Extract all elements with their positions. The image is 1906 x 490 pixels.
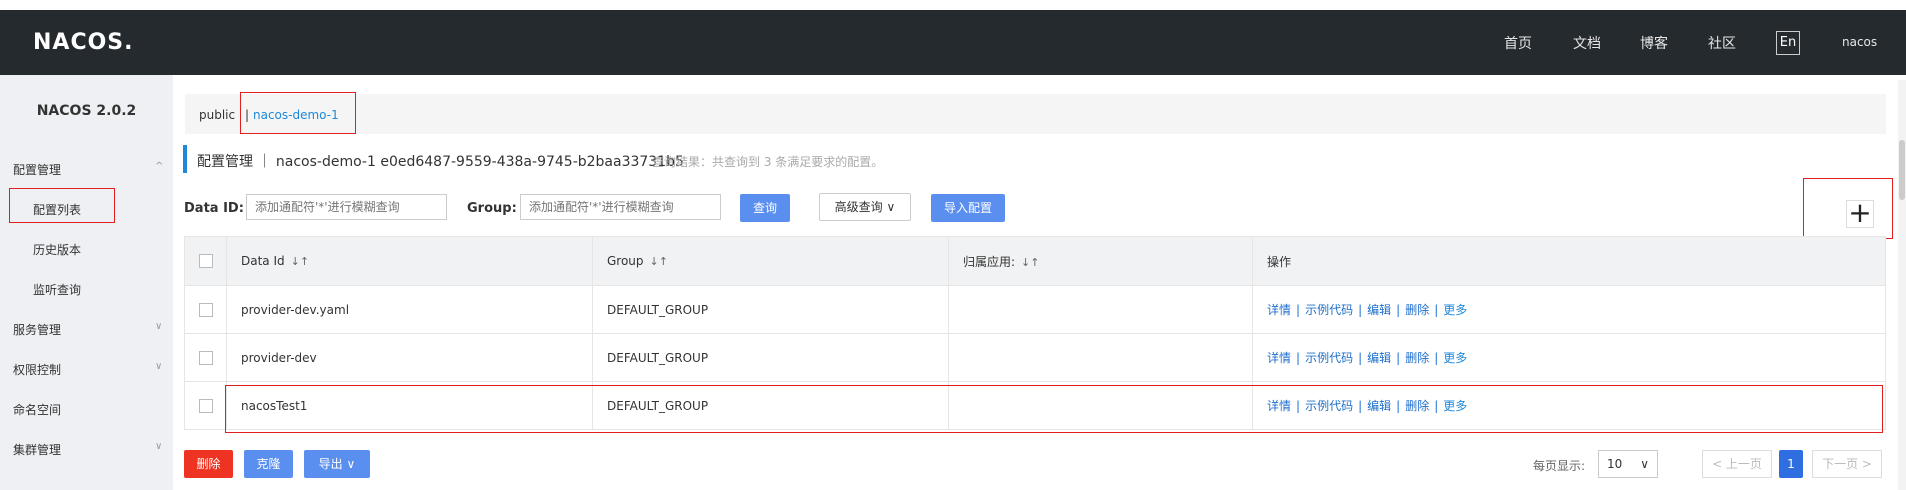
select-all-checkbox[interactable]	[198, 254, 213, 269]
scrollbar-thumb[interactable]	[1899, 140, 1905, 200]
nacos-logo[interactable]: NACOS.	[33, 30, 134, 55]
sample-code-link[interactable]: 示例代码	[1305, 351, 1353, 365]
column-header-dataid[interactable]: Data Id ↓↑	[226, 236, 593, 286]
dataid-label: Data ID:	[184, 201, 244, 216]
more-link[interactable]: 更多	[1443, 351, 1467, 365]
current-page-button[interactable]: 1	[1779, 450, 1803, 478]
sort-icon[interactable]: ↓↑	[291, 255, 309, 268]
sidebar-item-cluster[interactable]: 集群管理	[13, 441, 61, 458]
chevron-down-icon: ∨	[886, 200, 896, 214]
cell-actions: 详情 | 示例代码 | 编辑 | 删除 | 更多	[1252, 285, 1886, 334]
chevron-up-icon: ^	[155, 161, 164, 172]
sidebar-item-permission[interactable]: 权限控制	[13, 361, 61, 378]
cell-app	[948, 285, 1253, 334]
table-header-row: Data Id ↓↑ Group ↓↑ 归属应用: ↓↑ 操作	[184, 236, 1886, 286]
sidebar-version: NACOS 2.0.2	[36, 103, 137, 119]
sidebar-item-history[interactable]: 历史版本	[33, 241, 81, 258]
import-config-button[interactable]: 导入配置	[931, 194, 1005, 222]
column-header-group[interactable]: Group ↓↑	[592, 236, 949, 286]
export-label: 导出	[318, 457, 343, 471]
chevron-down-icon: ∨	[346, 457, 356, 471]
cell-app	[948, 333, 1253, 382]
cell-actions: 详情 | 示例代码 | 编辑 | 删除 | 更多	[1252, 333, 1886, 382]
more-link[interactable]: 更多	[1443, 303, 1467, 317]
sidebar-item-service-management[interactable]: 服务管理	[13, 321, 61, 338]
chevron-down-icon: ∨	[155, 441, 163, 452]
user-name[interactable]: nacos	[1842, 35, 1877, 49]
row-checkbox[interactable]	[198, 350, 213, 365]
sort-icon[interactable]: ↓↑	[650, 255, 668, 268]
select-all-cell	[184, 236, 227, 286]
next-page-button[interactable]: 下一页 >	[1812, 450, 1882, 478]
advanced-query-button[interactable]: 高级查询 ∨	[819, 193, 911, 221]
nav-home[interactable]: 首页	[1504, 33, 1532, 53]
sidebar: NACOS 2.0.2 配置管理 ^ 配置列表 历史版本 监听查询 服务管理 ∨…	[0, 75, 173, 490]
detail-link[interactable]: 详情	[1267, 303, 1291, 317]
cell-group: DEFAULT_GROUP	[592, 333, 949, 382]
batch-delete-button[interactable]: 删除	[184, 450, 233, 478]
cell-dataid: provider-dev	[226, 333, 593, 382]
page-title: 配置管理 ｜ nacos-demo-1 e0ed6487-9559-438a-9…	[197, 154, 684, 170]
sort-icon[interactable]: ↓↑	[1021, 256, 1039, 269]
top-navbar: NACOS. 首页 文档 博客 社区 En nacos	[0, 10, 1906, 75]
nav-docs[interactable]: 文档	[1573, 33, 1601, 53]
column-header-app[interactable]: 归属应用: ↓↑	[948, 236, 1253, 286]
prev-page-button[interactable]: < 上一页	[1702, 450, 1772, 478]
export-button[interactable]: 导出 ∨	[304, 450, 370, 478]
row-checkbox[interactable]	[198, 398, 213, 413]
sidebar-item-namespace[interactable]: 命名空间	[13, 401, 61, 418]
chevron-down-icon: ∨	[155, 321, 163, 332]
cell-dataid: provider-dev.yaml	[226, 285, 593, 334]
sidebar-item-config-management[interactable]: 配置管理	[13, 161, 61, 178]
sample-code-link[interactable]: 示例代码	[1305, 303, 1353, 317]
query-result-hint: 查询结果：共查询到 3 条满足要求的配置。	[652, 155, 884, 169]
cell-group: DEFAULT_GROUP	[592, 285, 949, 334]
advanced-query-label: 高级查询	[834, 200, 883, 214]
language-toggle[interactable]: En	[1776, 31, 1800, 55]
highlight-box	[9, 188, 115, 223]
nav-blog[interactable]: 博客	[1640, 33, 1668, 53]
table-row: provider-dev.yaml DEFAULT_GROUP 详情 | 示例代码 |…	[184, 285, 1886, 334]
clone-button[interactable]: 克隆	[244, 450, 293, 478]
namespace-bar	[185, 94, 1886, 134]
group-label: Group:	[467, 201, 517, 216]
delete-link[interactable]: 删除	[1405, 303, 1429, 317]
page-size-label: 每页显示:	[1533, 459, 1586, 473]
edit-link[interactable]: 编辑	[1367, 303, 1391, 317]
page-size-select[interactable]: 10 ∨	[1598, 450, 1658, 478]
namespace-public[interactable]: public	[199, 108, 235, 122]
query-button[interactable]: 查询	[740, 194, 790, 222]
highlight-box	[240, 92, 356, 134]
delete-link[interactable]: 删除	[1405, 351, 1429, 365]
chevron-down-icon: ∨	[1640, 457, 1649, 471]
dataid-input[interactable]	[246, 194, 447, 220]
edit-link[interactable]: 编辑	[1367, 351, 1391, 365]
row-checkbox[interactable]	[198, 302, 213, 317]
highlight-box	[225, 385, 1883, 433]
title-accent	[183, 145, 187, 173]
highlight-box	[1803, 178, 1893, 239]
detail-link[interactable]: 详情	[1267, 351, 1291, 365]
chevron-down-icon: ∨	[155, 361, 163, 372]
table-row: provider-dev DEFAULT_GROUP 详情 | 示例代码 | 编辑 | 删除…	[184, 333, 1886, 382]
sidebar-item-listen-query[interactable]: 监听查询	[33, 281, 81, 298]
nav-community[interactable]: 社区	[1708, 33, 1736, 53]
group-input[interactable]	[520, 194, 721, 220]
column-header-actions: 操作	[1252, 236, 1886, 286]
